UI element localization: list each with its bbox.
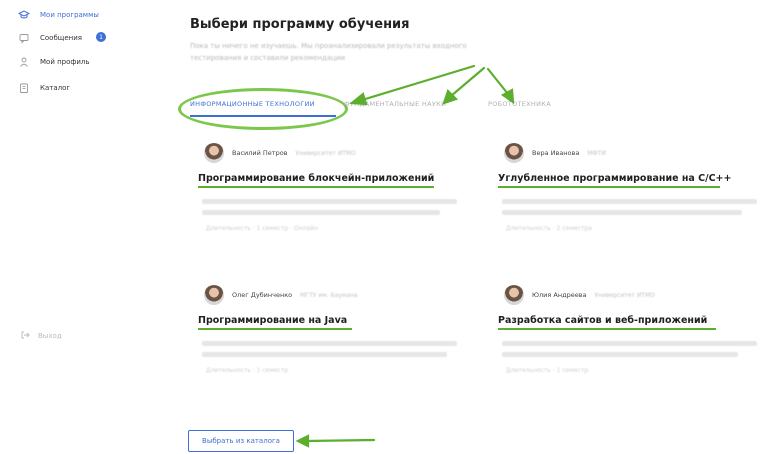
sidebar-item-label: Каталог: [40, 84, 71, 92]
logout-label: Выход: [38, 332, 62, 340]
main-content: Выбери программу обучения Пока ты ничего…: [178, 0, 769, 454]
course-description-line: [502, 199, 757, 204]
course-description-line: [202, 199, 457, 204]
avatar: [204, 285, 224, 305]
course-title[interactable]: Разработка сайтов и веб-приложений: [498, 315, 707, 326]
course-footer: Длительность · 1 семестр · Онлайн: [206, 225, 318, 232]
course-footer: Длительность · 1 семестр: [506, 367, 589, 374]
course-author: Василий Петров Университет ИТМО: [204, 143, 356, 163]
course-description-line: [502, 352, 738, 357]
author-meta: Университет ИТМО: [594, 291, 655, 299]
avatar: [504, 285, 524, 305]
title-underline-annotation: [198, 186, 434, 188]
sidebar-logout[interactable]: Выход: [20, 330, 62, 342]
course-title[interactable]: Программирование блокчейн-приложений: [198, 173, 434, 184]
avatar: [504, 143, 524, 163]
title-underline-annotation: [498, 328, 716, 330]
sidebar-item-label: Мои программы: [40, 11, 99, 19]
tab-robotics[interactable]: Робототехника: [488, 100, 551, 108]
messages-badge: 1: [96, 32, 106, 42]
choose-from-catalog-button[interactable]: Выбрать из каталога: [188, 430, 294, 452]
course-description-line: [502, 210, 742, 215]
page-title: Выбери программу обучения: [190, 17, 410, 32]
course-author: Вера Иванова МФТИ: [504, 143, 606, 163]
sidebar-item-label: Сообщения: [40, 34, 83, 42]
course-card-blockchain[interactable]: Василий Петров Университет ИТМО Программ…: [188, 143, 468, 263]
user-icon: [18, 56, 30, 68]
author-name: Юлия Андреева: [532, 291, 587, 299]
author-name: Василий Петров: [232, 149, 288, 157]
graduation-cap-icon: [18, 9, 30, 21]
avatar: [204, 143, 224, 163]
catalog-icon: [18, 82, 30, 94]
course-description-line: [202, 352, 447, 357]
author-meta: Университет ИТМО: [295, 149, 356, 157]
sidebar-item-messages[interactable]: Сообщения: [18, 32, 82, 44]
page-subtitle: Пока ты ничего не изучаешь. Мы проанализ…: [190, 42, 467, 62]
course-footer: Длительность · 1 семестр: [206, 367, 289, 374]
sidebar: Мои программы Сообщения 1 Мой профиль Ка…: [0, 0, 150, 454]
tab-information-technology[interactable]: Информационные технологии: [190, 100, 315, 108]
course-description-line: [202, 341, 457, 346]
course-author: Олег Дубинченко МГТУ им. Баумана: [204, 285, 358, 305]
logout-icon: [20, 330, 30, 342]
sidebar-item-my-programs[interactable]: Мои программы: [18, 9, 99, 21]
course-card-cpp[interactable]: Вера Иванова МФТИ Углубленное программир…: [488, 143, 768, 263]
title-underline-annotation: [198, 328, 352, 330]
author-meta: МФТИ: [587, 149, 606, 157]
course-author: Юлия Андреева Университет ИТМО: [504, 285, 655, 305]
sidebar-item-label: Мой профиль: [40, 58, 90, 66]
course-card-java[interactable]: Олег Дубинченко МГТУ им. Баумана Програм…: [188, 285, 468, 405]
sidebar-item-catalog[interactable]: Каталог: [18, 82, 70, 94]
sidebar-item-profile[interactable]: Мой профиль: [18, 56, 90, 68]
course-card-web[interactable]: Юлия Андреева Университет ИТМО Разработк…: [488, 285, 768, 405]
tab-highlight-annotation: [178, 88, 348, 130]
course-description-line: [502, 341, 757, 346]
course-footer: Длительность · 2 семестра: [506, 225, 592, 232]
author-name: Вера Иванова: [532, 149, 580, 157]
active-tab-underline: [190, 115, 336, 117]
author-name: Олег Дубинченко: [232, 291, 293, 299]
title-underline-annotation: [498, 186, 720, 188]
chat-icon: [18, 32, 30, 44]
category-tabs: Информационные технологии Фундаментальны…: [178, 88, 688, 130]
course-title[interactable]: Программирование на Java: [198, 315, 347, 326]
course-description-line: [202, 210, 440, 215]
course-title[interactable]: Углубленное программирование на C/C++: [498, 173, 731, 184]
author-meta: МГТУ им. Баумана: [300, 291, 358, 299]
tab-fundamental-sciences[interactable]: Фундаментальные науки: [344, 100, 446, 108]
